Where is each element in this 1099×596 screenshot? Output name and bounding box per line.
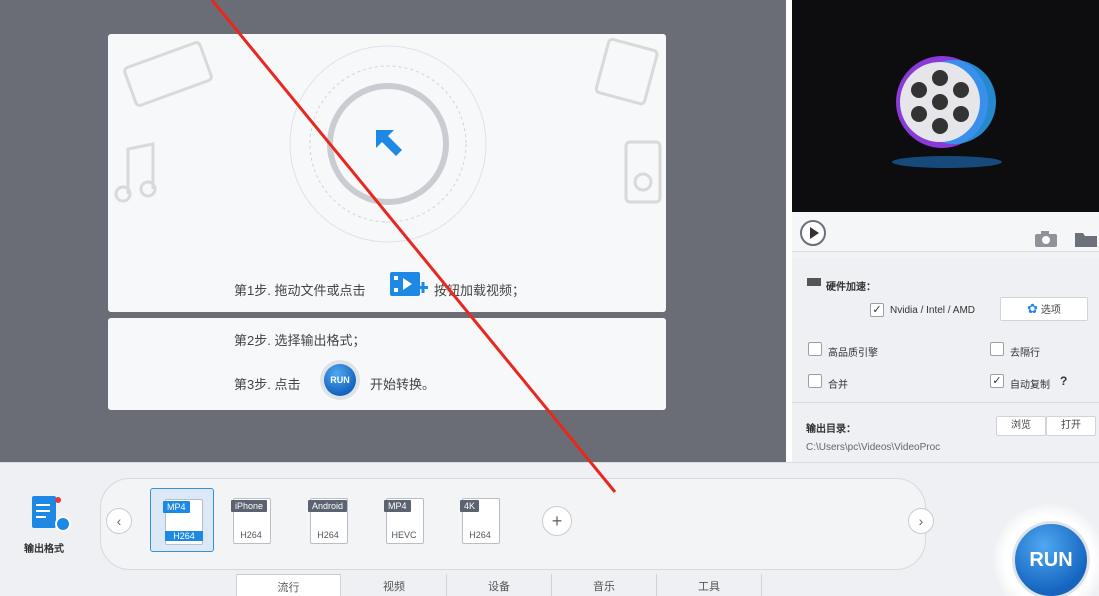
run-mini-ring: RUN xyxy=(320,360,360,400)
step3-text: 第3步. 点击 xyxy=(234,377,301,392)
output-format-label: 输出格式 xyxy=(24,544,64,555)
format-codec: H264 xyxy=(165,531,203,541)
output-format-button[interactable]: 输出格式 xyxy=(24,494,74,558)
run-mini-button: RUN xyxy=(324,364,356,396)
format-tag: MP4 xyxy=(163,501,190,513)
format-tag: Android xyxy=(308,500,348,512)
help-icon[interactable]: ? xyxy=(1060,374,1067,388)
preview-controls xyxy=(792,212,1099,252)
play-icon xyxy=(810,227,819,239)
browse-button[interactable]: 浏览 xyxy=(996,416,1046,436)
format-mp4-h264[interactable]: MP4 H264 xyxy=(150,488,214,552)
prev-arrow[interactable]: ‹ xyxy=(106,508,132,534)
add-video-icon[interactable] xyxy=(388,268,430,302)
step1-suffix-text: 按钮加载视频； xyxy=(434,283,526,298)
folder-icon[interactable] xyxy=(1074,230,1098,248)
tab-music[interactable]: 音乐 xyxy=(552,574,657,596)
high-quality-checkbox[interactable] xyxy=(808,342,822,356)
merge-label: 合并 xyxy=(828,380,848,391)
format-codec: H264 xyxy=(469,530,491,540)
steps-panel: 第2步. 选择输出格式； 第3步. 点击 RUN 开始转换。 xyxy=(108,318,666,410)
film-strip-icon xyxy=(123,41,213,107)
run-button[interactable]: RUN xyxy=(1012,521,1090,596)
gear-icon: ✿ xyxy=(1027,301,1039,316)
music-note-icon xyxy=(114,142,157,203)
step2-text: 第2步. 选择输出格式； xyxy=(234,333,366,348)
merge-checkbox[interactable] xyxy=(808,374,822,388)
video-preview xyxy=(792,0,1099,212)
open-button[interactable]: 打开 xyxy=(1046,416,1096,436)
play-button[interactable] xyxy=(800,220,826,246)
output-dir-label: 输出目录： xyxy=(806,424,856,435)
format-4k-h264[interactable]: 4K H264 xyxy=(448,488,512,552)
deinterlace-label: 去隔行 xyxy=(1010,348,1040,359)
divider xyxy=(792,402,1099,403)
format-mp4-hevc[interactable]: MP4 HEVC xyxy=(372,488,436,552)
deinterlace-checkbox[interactable] xyxy=(990,342,1004,356)
add-format-button[interactable]: + xyxy=(542,506,572,536)
format-codec: H264 xyxy=(317,530,339,540)
output-format-icon xyxy=(32,496,71,532)
options-button-label: 选项 xyxy=(1040,305,1061,316)
tab-device[interactable]: 设备 xyxy=(447,574,552,596)
high-quality-label: 高品质引擎 xyxy=(828,348,878,359)
auto-copy-label: 自动复制 xyxy=(1010,380,1050,391)
format-iphone-h264[interactable]: iPhone H264 xyxy=(219,488,283,552)
format-tag: 4K xyxy=(460,500,480,512)
drop-zone[interactable]: 第1步. 拖动文件或点击 按钮加载视频； xyxy=(108,34,666,312)
format-tag: MP4 xyxy=(384,500,411,512)
upload-arrow-icon xyxy=(376,130,402,156)
avi-file-icon xyxy=(594,37,659,106)
format-android-h264[interactable]: Android H264 xyxy=(296,488,360,552)
tab-popular[interactable]: 流行 xyxy=(236,574,341,596)
tab-video[interactable]: 视频 xyxy=(342,574,447,596)
format-codec: H264 xyxy=(240,530,262,540)
format-codec: HEVC xyxy=(391,530,417,540)
tab-tools[interactable]: 工具 xyxy=(657,574,762,596)
app-logo xyxy=(892,56,1002,168)
hw-accel-checkbox[interactable]: ✓ xyxy=(870,303,884,317)
settings-panel: 硬件加速： ✓ Nvidia / Intel / AMD ✿ 选项 高品质引擎 … xyxy=(792,258,1099,462)
step1-text: 第1步. 拖动文件或点击 xyxy=(234,283,366,298)
gpu-icon xyxy=(807,278,821,286)
media-player-icon xyxy=(624,140,662,204)
format-tag: iPhone xyxy=(231,500,268,512)
options-button[interactable]: ✿ 选项 xyxy=(1000,297,1088,321)
step3-suffix-text: 开始转换。 xyxy=(370,377,436,392)
next-arrow[interactable]: › xyxy=(908,508,934,534)
camera-icon[interactable] xyxy=(1034,230,1058,248)
hw-accel-option: Nvidia / Intel / AMD xyxy=(890,305,976,316)
auto-copy-checkbox[interactable]: ✓ xyxy=(990,374,1004,388)
output-path: C:\Users\pc\Videos\VideoProc xyxy=(806,442,941,453)
hw-accel-label: 硬件加速： xyxy=(826,282,876,293)
